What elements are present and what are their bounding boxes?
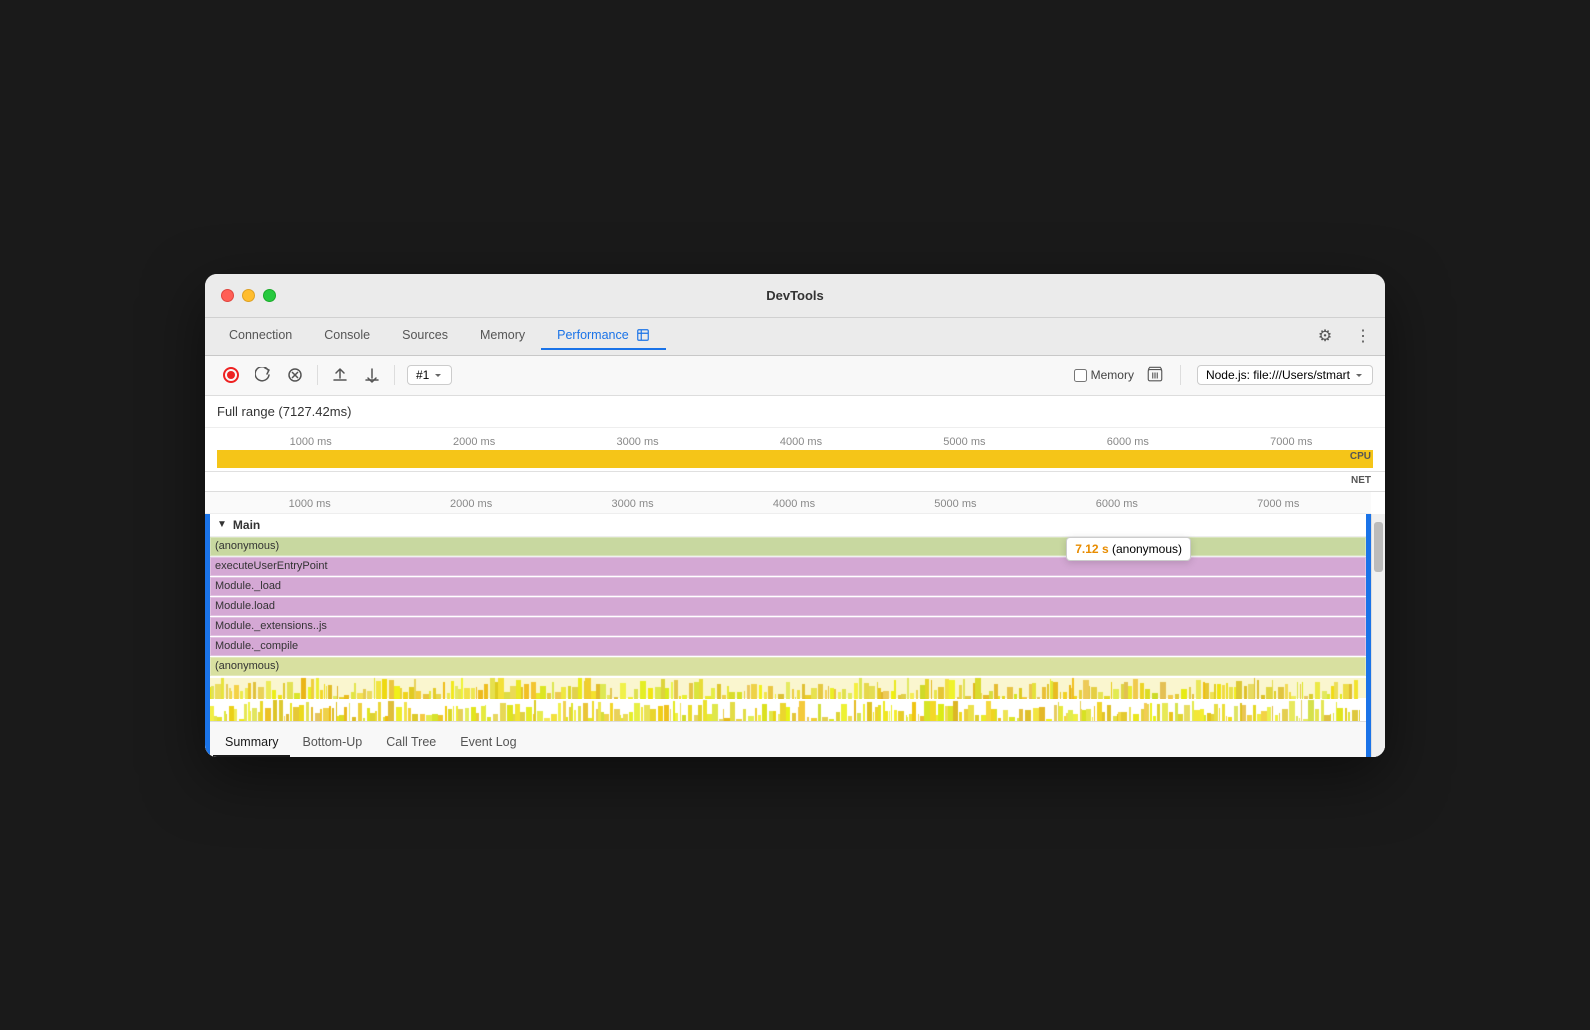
top-ruler: 1000 ms 2000 ms 3000 ms 4000 ms 5000 ms … [205,428,1385,448]
record-button[interactable] [217,361,245,389]
flame-ruler-tick-7000: 7000 ms [1198,498,1359,510]
node-selector[interactable]: Node.js: file:///Users/stmart [1197,365,1373,385]
cpu-bar-container: CPU [205,448,1385,472]
memory-label[interactable]: Memory [1091,368,1134,382]
micro-flames-2 [205,699,1371,721]
flame-block-module-compile[interactable]: Module._compile [210,637,1366,656]
tab-sources[interactable]: Sources [386,322,464,350]
memory-checkbox[interactable] [1074,369,1087,382]
flame-row-anonymous-2[interactable]: (anonymous) [205,657,1371,677]
ruler-tick-2000: 2000 ms [392,436,555,448]
node-label: Node.js: file:///Users/stmart [1206,368,1350,382]
flame-block-label: (anonymous) [215,540,279,552]
flame-block-anonymous-2[interactable]: (anonymous) [210,657,1366,676]
separator-2 [394,365,395,385]
separator-1 [317,365,318,385]
bottom-tab-summary[interactable]: Summary [213,729,290,757]
flame-block-anonymous-1[interactable]: (anonymous) [210,537,1366,556]
profile-selector[interactable]: #1 [407,365,452,385]
ruler-tick-4000: 4000 ms [719,436,882,448]
flame-ruler-tick-1000: 1000 ms [229,498,390,510]
flame-block-module-ext[interactable]: Module._extensions..js [210,617,1366,636]
memory-checkbox-container: Memory [1074,368,1134,382]
tab-icons: ⚙ ⋮ [1311,322,1377,350]
toolbar: #1 Memory Node.js: file:///Users/stmart [205,356,1385,396]
tooltip-time: 7.12 s [1075,542,1108,556]
micro-flames-1: // This will be handled by CSS pattern [205,677,1371,699]
tab-performance[interactable]: Performance [541,322,666,351]
bottom-tab-bottom-up[interactable]: Bottom-Up [290,729,374,757]
flame-block-label: Module._extensions..js [215,620,327,632]
net-label: NET [1351,475,1371,486]
flame-row-execute[interactable]: executeUserEntryPoint [205,557,1371,577]
fullscreen-button[interactable] [263,289,276,302]
ruler-tick-7000: 7000 ms [1210,436,1373,448]
profile-number: #1 [416,368,429,382]
micro-flame-canvas-1 [210,677,1360,699]
collapse-arrow[interactable]: ▼ [217,519,227,530]
upload-button[interactable] [326,361,354,389]
ruler-tick-3000: 3000 ms [556,436,719,448]
tab-console[interactable]: Console [308,322,386,350]
flame-block-label: executeUserEntryPoint [215,560,328,572]
main-label: Main [233,518,260,532]
cpu-label: CPU [1350,451,1371,462]
net-bar-container: NET [205,472,1385,492]
flame-tooltip: 7.12 s (anonymous) [1066,537,1191,561]
flame-row-module-compile[interactable]: Module._compile [205,637,1371,657]
flame-block-module-load2[interactable]: Module.load [210,597,1366,616]
download-button[interactable] [358,361,386,389]
more-options-icon[interactable]: ⋮ [1349,322,1377,350]
minimize-button[interactable] [242,289,255,302]
clear-button[interactable] [281,361,309,389]
right-indicator [1366,514,1371,757]
flame-block-label: Module._compile [215,640,298,652]
flame-row-module-load[interactable]: Module._load [205,577,1371,597]
ruler-tick-1000: 1000 ms [229,436,392,448]
bottom-tab-call-tree[interactable]: Call Tree [374,729,448,757]
settings-icon[interactable]: ⚙ [1311,322,1339,350]
ruler-tick-5000: 5000 ms [883,436,1046,448]
flame-block-execute[interactable]: executeUserEntryPoint [210,557,1366,576]
tab-bar: Connection Console Sources Memory Perfor… [205,318,1385,356]
cpu-bar [217,450,1373,468]
reload-button[interactable] [249,361,277,389]
flame-row-anonymous-1[interactable]: (anonymous) 7.12 s (anonymous) [205,537,1371,557]
flame-block-label: Module._load [215,580,281,592]
main-content: Full range (7127.42ms) 1000 ms 2000 ms 3… [205,396,1385,757]
devtools-window: DevTools Connection Console Sources Memo… [205,274,1385,757]
flame-ruler: 1000 ms 2000 ms 3000 ms 4000 ms 5000 ms … [205,492,1371,514]
traffic-lights [221,289,276,302]
flame-block-module-load[interactable]: Module._load [210,577,1366,596]
flame-ruler-tick-5000: 5000 ms [875,498,1036,510]
range-label: Full range (7127.42ms) [205,396,1385,428]
flame-block-label: Module.load [215,600,275,612]
tab-memory[interactable]: Memory [464,322,541,350]
titlebar: DevTools [205,274,1385,318]
flame-ruler-tick-4000: 4000 ms [713,498,874,510]
flame-main-header: ▼ Main [205,514,1371,537]
flame-container: 1000 ms 2000 ms 3000 ms 4000 ms 5000 ms … [205,492,1385,721]
left-indicator [205,514,210,757]
tab-connection[interactable]: Connection [213,322,308,350]
bottom-tab-event-log[interactable]: Event Log [448,729,528,757]
flame-ruler-tick-6000: 6000 ms [1036,498,1197,510]
separator-3 [1180,365,1181,385]
flame-block-label: (anonymous) [215,660,279,672]
ruler-tick-6000: 6000 ms [1046,436,1209,448]
flame-row-module-load2[interactable]: Module.load [205,597,1371,617]
tooltip-func: (anonymous) [1112,542,1182,556]
scrollbar-track [1371,514,1385,757]
bottom-tabs: Summary Bottom-Up Call Tree Event Log [205,721,1385,757]
window-title: DevTools [766,288,824,303]
flame-row-module-ext[interactable]: Module._extensions..js [205,617,1371,637]
micro-flame-canvas-2 [210,699,1360,721]
scrollbar-thumb[interactable] [1374,522,1383,572]
garbage-collect-button[interactable] [1146,365,1164,386]
close-button[interactable] [221,289,234,302]
flame-ruler-tick-2000: 2000 ms [390,498,551,510]
flame-ruler-tick-3000: 3000 ms [552,498,713,510]
